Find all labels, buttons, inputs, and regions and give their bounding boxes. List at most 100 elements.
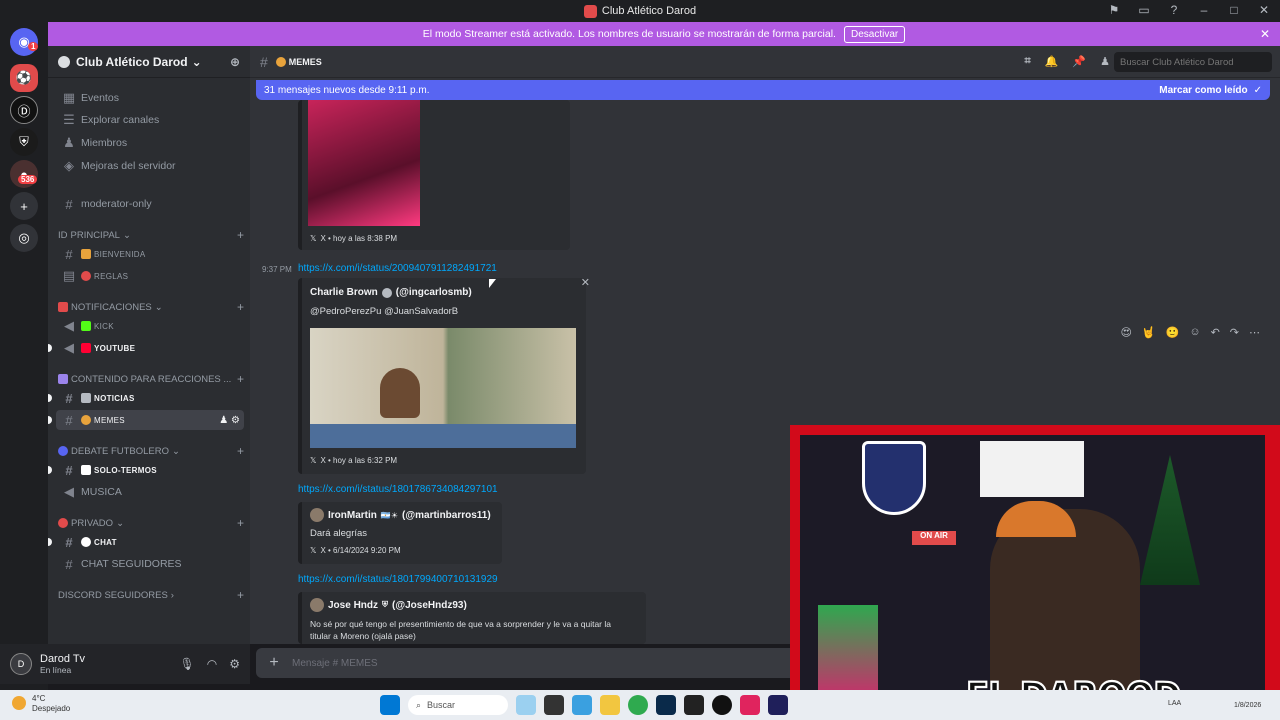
person-image	[380, 368, 420, 418]
channel-reglas[interactable]: ▤ REGLAS	[56, 266, 244, 286]
forward-icon[interactable]: ↷	[1230, 326, 1239, 339]
photoshop-icon[interactable]	[656, 695, 676, 715]
message-link[interactable]: https://x.com/i/status/20094079112824917…	[298, 263, 497, 274]
sidebar-item-explorar[interactable]: ☰ Explorar canales	[56, 110, 244, 130]
mouse-cursor-icon	[489, 279, 496, 288]
app-icon[interactable]	[712, 695, 732, 715]
flag-icon[interactable]: ⚑	[1106, 2, 1122, 18]
microphone-icon[interactable]: 🎙	[180, 657, 195, 671]
invite-member-icon[interactable]: ♟ ⚙	[219, 415, 240, 426]
add-server-icon[interactable]: +	[10, 192, 38, 220]
explore-servers-icon[interactable]: ◎	[10, 224, 38, 252]
category-notificaciones[interactable]: NOTIFICACIONES ⌄ +	[58, 300, 244, 314]
message-link[interactable]: https://x.com/i/status/18017994007101319…	[298, 574, 498, 585]
settings-gear-icon[interactable]: ⚙	[229, 657, 240, 671]
server-darod-icon[interactable]: Ⓓ	[10, 96, 38, 124]
close-icon[interactable]: ✕	[581, 276, 590, 289]
unread-indicator	[48, 538, 52, 546]
minimize-button[interactable]: –	[1196, 2, 1212, 18]
attach-plus-icon[interactable]: +	[256, 654, 292, 672]
more-options-icon[interactable]: ⋯	[1249, 326, 1260, 339]
channel-chat[interactable]: # CHAT	[48, 532, 244, 552]
chrome-icon[interactable]	[628, 695, 648, 715]
clock-date[interactable]: 1/8/2026	[1234, 702, 1261, 709]
embed-author[interactable]: IronMartin 🇦🇷☀ (@martinbarros11)	[310, 508, 491, 522]
invite-icon[interactable]: ⊕	[230, 55, 240, 69]
inbox-icon[interactable]: ▭	[1136, 2, 1152, 18]
channel-chat-seguidores[interactable]: # CHAT SEGUIDORES	[56, 554, 244, 574]
embed-image[interactable]	[308, 100, 420, 226]
video-thumbnail[interactable]	[310, 328, 576, 448]
server-club-icon[interactable]: ⚽	[10, 64, 38, 92]
bell-icon[interactable]: 🔔	[1045, 55, 1059, 68]
help-icon[interactable]: ?	[1166, 2, 1182, 18]
app-icon[interactable]	[516, 695, 536, 715]
obs-icon[interactable]	[684, 695, 704, 715]
category-contenido[interactable]: CONTENIDO PARA REACCIONES ... +	[58, 372, 244, 386]
add-channel-icon[interactable]: +	[237, 516, 244, 530]
avatar[interactable]: D	[10, 653, 32, 675]
after-effects-icon[interactable]	[768, 695, 788, 715]
guild-header[interactable]: Club Atlético Darod ⌄ ⊕	[48, 46, 250, 78]
add-channel-icon[interactable]: +	[237, 588, 244, 602]
add-reaction-icon[interactable]: ☺	[1189, 326, 1200, 339]
youtube-logo-icon	[81, 343, 91, 353]
channel-musica[interactable]: ◀ MUSICA	[56, 482, 244, 502]
add-channel-icon[interactable]: +	[237, 372, 244, 386]
channel-moderator-only[interactable]: # moderator-only	[56, 194, 244, 214]
channel-youtube[interactable]: ◀ YOUTUBE	[48, 338, 244, 358]
add-channel-icon[interactable]: +	[237, 228, 244, 242]
unread-indicator	[48, 416, 52, 424]
add-channel-icon[interactable]: +	[237, 300, 244, 314]
close-window-button[interactable]: ✕	[1256, 2, 1272, 18]
channel-sidebar: Club Atlético Darod ⌄ ⊕ ▦ Eventos ☰ Explor…	[48, 46, 250, 644]
server-shield-icon[interactable]: ⛨	[10, 128, 38, 156]
tiktok-icon[interactable]	[740, 695, 760, 715]
maximize-button[interactable]: □	[1226, 2, 1242, 18]
app-icon[interactable]	[544, 695, 564, 715]
reaction-emoji-icon[interactable]: 🤘	[1142, 326, 1156, 339]
reaction-emoji-icon[interactable]: 😍	[1120, 326, 1131, 339]
mark-as-read-button[interactable]: Marcar como leído	[1159, 85, 1247, 96]
members-list-icon[interactable]: ♟	[1100, 55, 1110, 68]
taskbar-search[interactable]: ⌕ Buscar	[408, 695, 508, 715]
new-messages-bar[interactable]: 31 mensajes nuevos desde 9:11 p.m. Marca…	[256, 80, 1270, 100]
threads-icon[interactable]: ⌗	[1025, 55, 1031, 68]
category-principal[interactable]: ID PRINCIPAL ⌄ +	[58, 228, 244, 242]
sidebar-item-eventos[interactable]: ▦ Eventos	[56, 88, 244, 108]
channel-solo-termos[interactable]: # SOLO-TERMOS	[48, 460, 244, 480]
windows-start-icon[interactable]	[380, 695, 400, 715]
chat-emoji-icon	[81, 537, 91, 547]
weather-widget[interactable]: 4°C Despejado	[32, 694, 70, 714]
search-input[interactable]	[1114, 52, 1272, 72]
headphones-icon[interactable]: ◠	[207, 657, 217, 671]
embed-author[interactable]: Charlie Brown (@ingcarlosmb)	[310, 287, 472, 298]
channel-kick[interactable]: ◀ KICK	[56, 316, 244, 336]
embed-card: 𝕏X • hoy a las 8:38 PM	[298, 100, 570, 250]
message-link[interactable]: https://x.com/i/status/18017867340842971…	[298, 484, 498, 495]
calendar-icon: ▦	[62, 90, 76, 105]
add-channel-icon[interactable]: +	[237, 444, 244, 458]
reaction-emoji-icon[interactable]: 🙂	[1166, 326, 1180, 339]
embed-author[interactable]: Jose Hndz ⛨ (@JoseHndz93)	[310, 598, 467, 612]
disable-streamer-button[interactable]: Desactivar	[843, 25, 906, 43]
team-emoji-icon	[81, 465, 91, 475]
channel-memes[interactable]: # MEMES ♟ ⚙	[48, 410, 244, 430]
avatar	[310, 508, 324, 522]
category-privado[interactable]: PRIVADO ⌄ +	[58, 516, 244, 530]
copilot-icon[interactable]	[572, 695, 592, 715]
shield-icon	[862, 441, 926, 515]
file-explorer-icon[interactable]	[600, 695, 620, 715]
category-discord-seguidores[interactable]: DISCORD SEGUIDORES › +	[58, 588, 244, 602]
pin-icon[interactable]: 📌	[1072, 55, 1086, 68]
sidebar-item-miembros[interactable]: ♟ Miembros	[56, 133, 244, 153]
reply-icon[interactable]: ↶	[1211, 326, 1220, 339]
channel-bienvenida[interactable]: # BIENVENIDA	[56, 244, 244, 264]
avatar	[310, 598, 324, 612]
close-icon[interactable]: ✕	[1260, 27, 1270, 41]
message-actions: 😍 🤘 🙂 ☺ ↶ ↷ ⋯	[1120, 326, 1260, 339]
category-debate[interactable]: DEBATE FUTBOLERO ⌄ +	[58, 444, 244, 458]
language-indicator[interactable]: LAA	[1168, 700, 1181, 707]
sidebar-item-mejoras[interactable]: ◈ Mejoras del servidor	[56, 156, 244, 176]
channel-noticias[interactable]: # NOTICIAS	[48, 388, 244, 408]
